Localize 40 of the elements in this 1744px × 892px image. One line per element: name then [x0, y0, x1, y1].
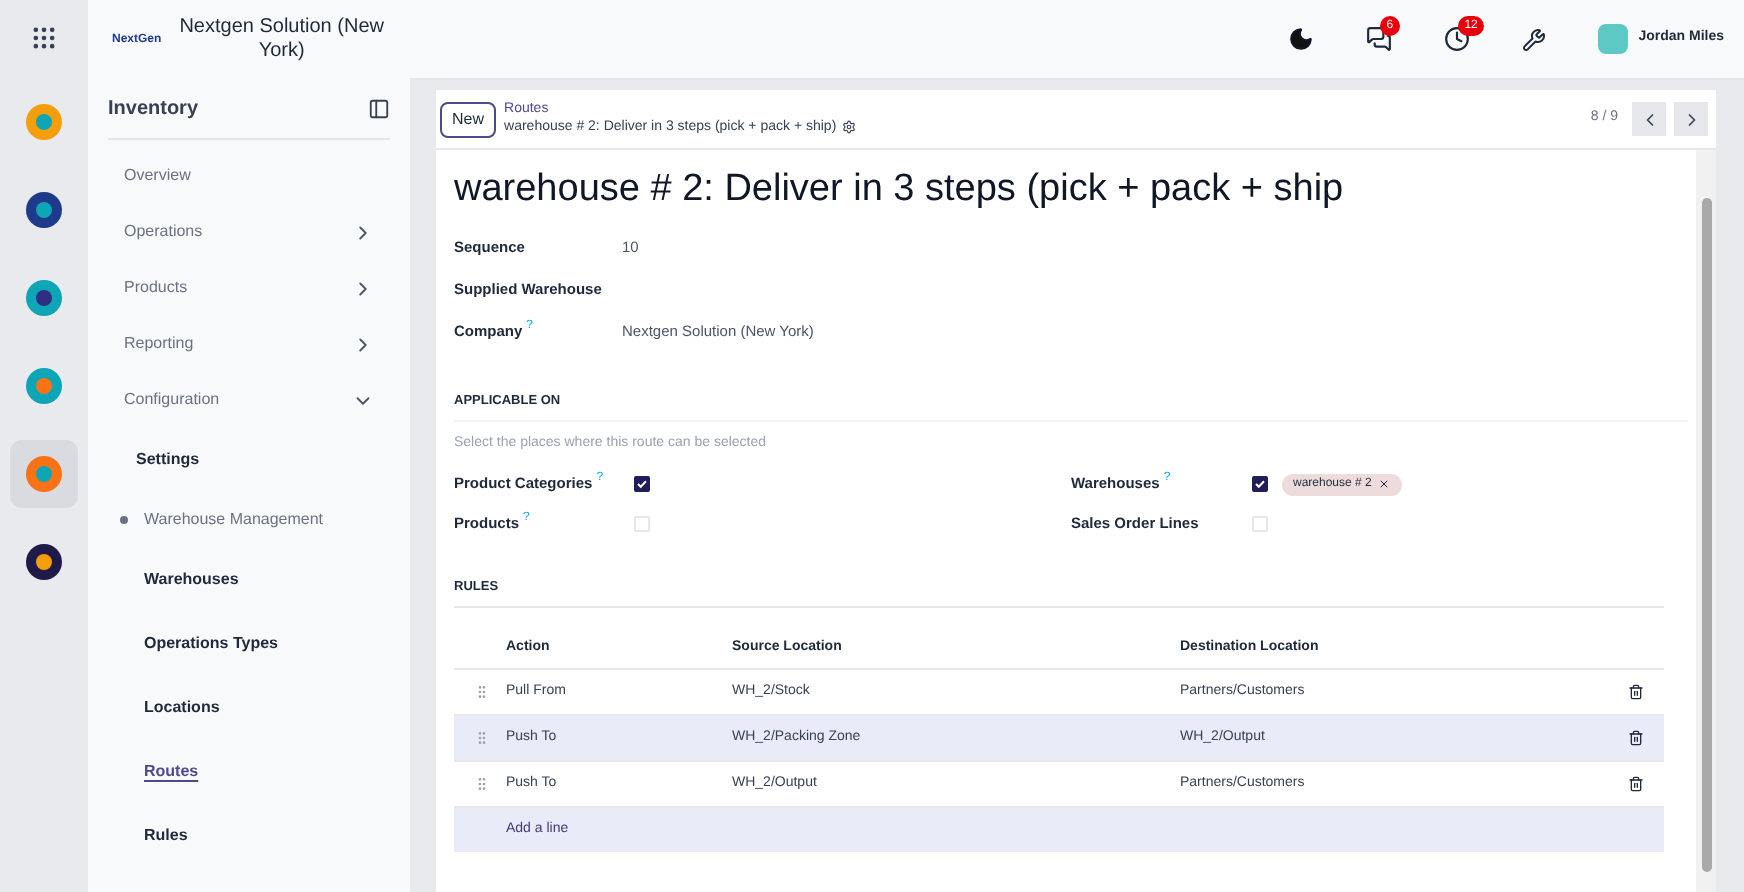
- menu-item[interactable]: Configuration: [88, 372, 410, 428]
- menu-link[interactable]: Locations: [144, 696, 220, 720]
- scrollbar[interactable]: [1696, 150, 1716, 892]
- menu-link[interactable]: Rules: [144, 824, 188, 848]
- drag-handle-icon[interactable]: [474, 729, 490, 746]
- bullet-icon: [120, 516, 128, 524]
- checkbox[interactable]: [634, 516, 650, 532]
- app-icon[interactable]: [22, 276, 66, 320]
- menu-link[interactable]: Settings: [136, 448, 200, 472]
- settings-icon[interactable]: [842, 120, 857, 135]
- drag-handle-icon[interactable]: [474, 775, 490, 792]
- delete-icon[interactable]: [1628, 729, 1644, 746]
- checkbox[interactable]: [1251, 476, 1267, 492]
- menu-link[interactable]: Operations Types: [144, 632, 278, 656]
- app-title: Inventory: [108, 96, 199, 124]
- apps-menu-icon[interactable]: [30, 24, 58, 52]
- menu-item[interactable]: Products: [88, 260, 410, 316]
- new-button[interactable]: New: [440, 101, 497, 137]
- delete-icon[interactable]: [1628, 683, 1644, 700]
- tools-icon[interactable]: [1522, 27, 1547, 51]
- checkbox[interactable]: [634, 476, 650, 492]
- checkbox[interactable]: [1251, 516, 1267, 532]
- menu-item[interactable]: Overview: [88, 148, 410, 204]
- menu-link[interactable]: Routes: [144, 760, 199, 784]
- app-tile[interactable]: [10, 440, 78, 508]
- menu-item[interactable]: Reporting: [88, 316, 410, 372]
- record-title: warehouse # 2: Deliver in 3 steps (pick + pack + ship: [454, 166, 1346, 214]
- app-icon[interactable]: [22, 540, 66, 584]
- remove-icon[interactable]: [1377, 478, 1390, 490]
- chat-icon[interactable]: [1366, 26, 1393, 52]
- menu-item[interactable]: Operations: [88, 204, 410, 260]
- clock-icon[interactable]: [1444, 26, 1471, 52]
- menu-link[interactable]: Warehouses: [144, 568, 239, 592]
- company-name: Nextgen Solution (New York): [177, 15, 386, 65]
- dark-mode-icon[interactable]: [1288, 26, 1315, 52]
- delete-icon[interactable]: [1628, 775, 1644, 792]
- sidebar-toggle-icon[interactable]: [368, 98, 390, 120]
- drag-handle-icon[interactable]: [474, 683, 490, 700]
- menu-section[interactable]: Warehouse Management: [144, 508, 324, 532]
- app-icon[interactable]: [22, 188, 66, 232]
